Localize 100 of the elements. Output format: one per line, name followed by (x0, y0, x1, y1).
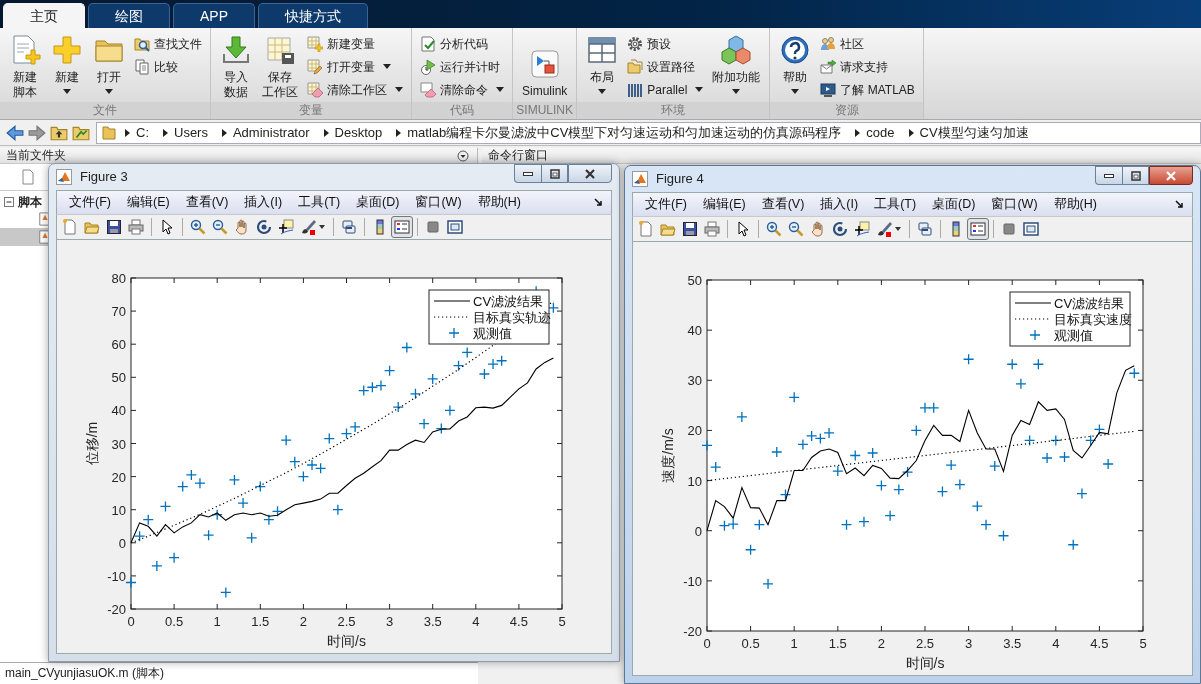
tick-label: 5 (1139, 636, 1147, 651)
ribbon-button[interactable]: 打开变量 (303, 55, 407, 78)
chevron-icon[interactable] (125, 128, 130, 137)
dock-arrow-icon[interactable] (1175, 200, 1184, 209)
tick-label: 4.5 (1090, 636, 1109, 651)
ribbon-button[interactable]: 设置路径 (623, 55, 708, 78)
chevron-icon[interactable] (323, 128, 329, 137)
axis-label: 时间/s (327, 633, 366, 649)
hand-icon (810, 221, 826, 237)
ribbon-button[interactable]: 附加功能 (707, 32, 766, 99)
ribbon-button[interactable]: 社区 (816, 32, 919, 55)
tick-label: 60 (111, 337, 126, 353)
ribbon-tab[interactable]: 主页 (3, 3, 85, 28)
ribbon-button[interactable]: 清除命令 (416, 78, 508, 101)
menu-item[interactable]: 文件(F) (637, 195, 695, 214)
maximize-button[interactable] (1122, 166, 1149, 185)
path-segment[interactable]: code (860, 122, 901, 143)
menu-item[interactable]: 窗口(W) (983, 195, 1046, 214)
monitor-icon (820, 81, 837, 98)
printer-icon (128, 219, 144, 235)
ribbon-button[interactable]: Simulink (517, 32, 573, 101)
ribbon-button[interactable]: 打开 (88, 32, 130, 99)
menu-item[interactable]: 查看(V) (753, 195, 813, 214)
tick-label: 30 (111, 436, 126, 452)
tick-label: 0.5 (741, 636, 760, 651)
collapse-icon[interactable] (4, 196, 14, 207)
ribbon-tab[interactable]: APP (173, 3, 255, 28)
menu-item[interactable]: 编辑(E) (694, 195, 754, 214)
caret-icon[interactable] (895, 227, 901, 231)
tick-label: 3 (386, 614, 394, 629)
tick-label: 4 (472, 614, 480, 629)
rotate-icon (832, 221, 848, 237)
menu-item[interactable]: 桌面(D) (924, 195, 984, 214)
panel-menu-icon[interactable] (457, 149, 469, 162)
people-icon (820, 35, 837, 52)
panel-title: 当前文件夹 (6, 148, 66, 163)
legend-icon (970, 221, 986, 237)
ribbon-button[interactable]: 预设 (623, 32, 708, 55)
path-segment[interactable]: Users (168, 122, 214, 143)
pointer-icon (159, 219, 175, 235)
zoom-in-icon (190, 219, 206, 235)
tick-label: 30 (687, 373, 702, 389)
tick-label: 50 (111, 370, 126, 386)
ribbon-button[interactable]: 比较 (130, 55, 206, 78)
ribbon-button[interactable]: Parallel (623, 78, 708, 101)
menu-item[interactable]: 帮助(H) (1045, 195, 1105, 214)
chevron-icon[interactable] (396, 128, 402, 137)
legend-label: CV滤波结果 (1054, 296, 1125, 311)
chevron-icon[interactable] (163, 128, 168, 137)
path-segment[interactable]: Administrator (226, 122, 316, 143)
ribbon-button[interactable]: 分析代码 (416, 32, 508, 55)
tick-label: -10 (683, 573, 702, 589)
path-segment[interactable]: C: (130, 122, 155, 143)
menu-item[interactable]: 插入(I) (812, 195, 867, 214)
chevron-icon[interactable] (908, 128, 914, 137)
ribbon-button[interactable]: 查找文件 (130, 32, 206, 55)
plot-tools-icon (1023, 221, 1039, 237)
path-field[interactable]: C: Users Administrator Desktop matlab编程卡尔曼滤波中CV模型下对匀速运动和匀加速运动的仿真源码程序 code CV模型匀速匀加速 (96, 121, 1201, 144)
chevron-icon[interactable] (221, 128, 227, 137)
ribbon-button[interactable]: 帮助 (774, 32, 817, 99)
minimize-icon (1104, 173, 1114, 178)
tick-label: 0 (694, 523, 702, 539)
ribbon-button[interactable]: 新建 脚本 (4, 32, 46, 102)
group-title: 变量 (211, 102, 411, 119)
legend-icon (394, 219, 410, 235)
tree-node[interactable]: 脚本 (18, 192, 42, 211)
tick-label: 10 (111, 502, 126, 518)
ribbon-button[interactable]: 了解 MATLAB (816, 78, 919, 101)
ribbon-button[interactable]: 保存 工作区 (257, 32, 303, 102)
envelope-arrow-icon (820, 58, 837, 75)
tick-label: -20 (107, 602, 126, 617)
peak-logo-icon (56, 169, 72, 185)
path-segment[interactable]: Desktop (328, 122, 389, 143)
chevron-icon[interactable] (855, 128, 861, 137)
grid-pencil-icon (307, 58, 323, 75)
minimize-button[interactable] (1095, 166, 1122, 185)
ribbon-button[interactable]: 运行并计时 (416, 55, 508, 78)
ribbon-button[interactable]: 导入 数据 (215, 32, 257, 102)
axis-label: 速度/m/s (660, 428, 676, 483)
data-cursor-icon (854, 221, 870, 237)
ribbon-tab[interactable]: 快捷方式 (258, 3, 368, 28)
path-segment[interactable]: CV模型匀速匀加速 (913, 122, 1035, 143)
folder-search-icon (134, 35, 150, 52)
download-arrow-icon (220, 34, 252, 66)
close-icon (584, 167, 596, 180)
path-segment[interactable]: matlab编程卡尔曼滤波中CV模型下对匀速运动和匀加速运动的仿真源码程序 (401, 122, 848, 143)
ribbon-button[interactable]: 新建 (46, 32, 88, 99)
close-button[interactable] (1149, 166, 1193, 185)
printer-icon (704, 221, 720, 237)
tick-label: 3.5 (423, 614, 442, 629)
ribbon-button[interactable]: 新建变量 (303, 32, 407, 55)
ribbon-button[interactable]: 清除工作区 (303, 78, 407, 101)
ribbon-button[interactable]: 请求支持 (816, 55, 919, 78)
ribbon-tab[interactable]: 绘图 (88, 3, 170, 28)
plot-tools-icon (447, 219, 463, 235)
menu-item[interactable]: 工具(T) (866, 195, 925, 214)
help-icon (779, 34, 812, 66)
legend-label: CV滤波结果 (473, 294, 544, 309)
ribbon-button[interactable]: 布局 (581, 32, 624, 99)
rotate-icon (256, 219, 272, 235)
